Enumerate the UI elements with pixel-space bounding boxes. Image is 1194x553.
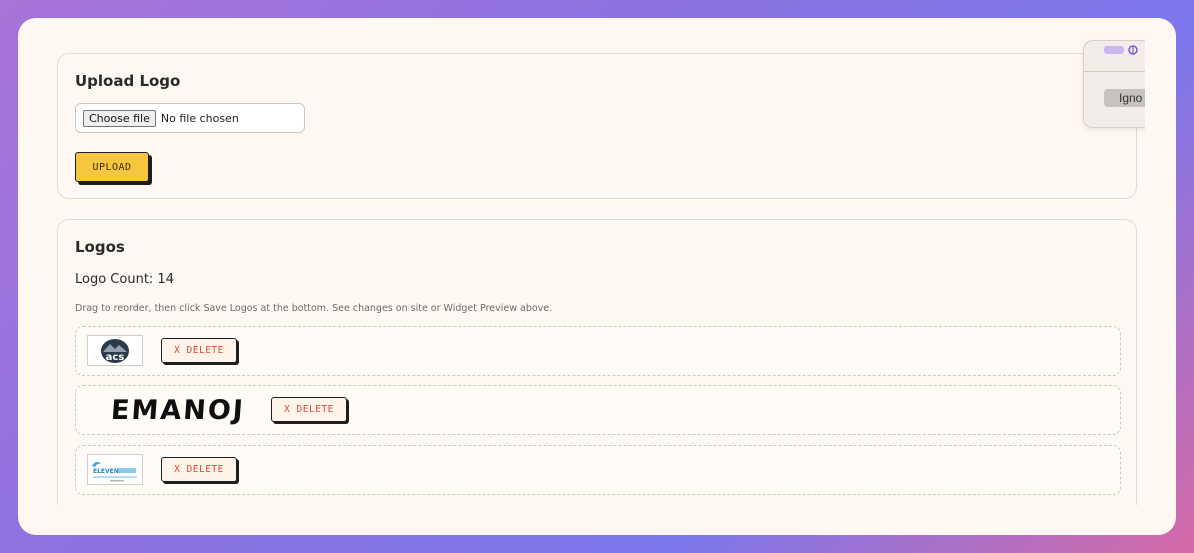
- upload-button[interactable]: UPLOAD: [75, 152, 149, 182]
- emanoj-logo-text: EMANOJ: [109, 394, 246, 426]
- reorder-hint: Drag to reorder, then click Save Logos a…: [75, 303, 553, 314]
- delete-logo-button[interactable]: X DELETE: [161, 338, 237, 363]
- extension-icon: [1104, 45, 1138, 55]
- scroll-viewport: Upload Logo Choose file No file chosen U…: [18, 18, 1145, 505]
- delete-logo-button[interactable]: X DELETE: [271, 397, 347, 422]
- logo-thumbnail: acs: [87, 335, 143, 366]
- logo-row[interactable]: acs X DELETE: [75, 326, 1121, 376]
- acs-logo-icon: acs: [101, 339, 129, 363]
- logo-thumbnail: EMANOJ: [110, 392, 246, 428]
- extension-popup: Igno: [1083, 40, 1145, 128]
- logos-panel: Logos Logo Count: 14 Drag to reorder, th…: [57, 219, 1137, 505]
- logos-title: Logos: [75, 238, 125, 256]
- main-card: Upload Logo Choose file No file chosen U…: [18, 18, 1176, 535]
- ignore-button[interactable]: Igno: [1104, 89, 1145, 107]
- delete-logo-button[interactable]: X DELETE: [161, 457, 237, 482]
- file-input[interactable]: Choose file No file chosen: [75, 103, 305, 133]
- upload-logo-panel: Upload Logo Choose file No file chosen U…: [57, 53, 1137, 199]
- logo-thumbnail: ELEVEN: [87, 454, 143, 485]
- eleven-logo-icon: ELEVEN: [92, 461, 137, 482]
- choose-file-button[interactable]: Choose file: [83, 109, 156, 127]
- logo-row[interactable]: ELEVEN X DELETE: [75, 445, 1121, 495]
- upload-logo-title: Upload Logo: [75, 72, 181, 90]
- file-status-text: No file chosen: [160, 111, 239, 125]
- popup-divider: [1084, 71, 1145, 72]
- acs-logo-text: acs: [106, 352, 125, 363]
- logo-row[interactable]: EMANOJ X DELETE: [75, 385, 1121, 435]
- logo-count: Logo Count: 14: [75, 272, 174, 287]
- eleven-logo-text: ELEVEN: [93, 468, 119, 475]
